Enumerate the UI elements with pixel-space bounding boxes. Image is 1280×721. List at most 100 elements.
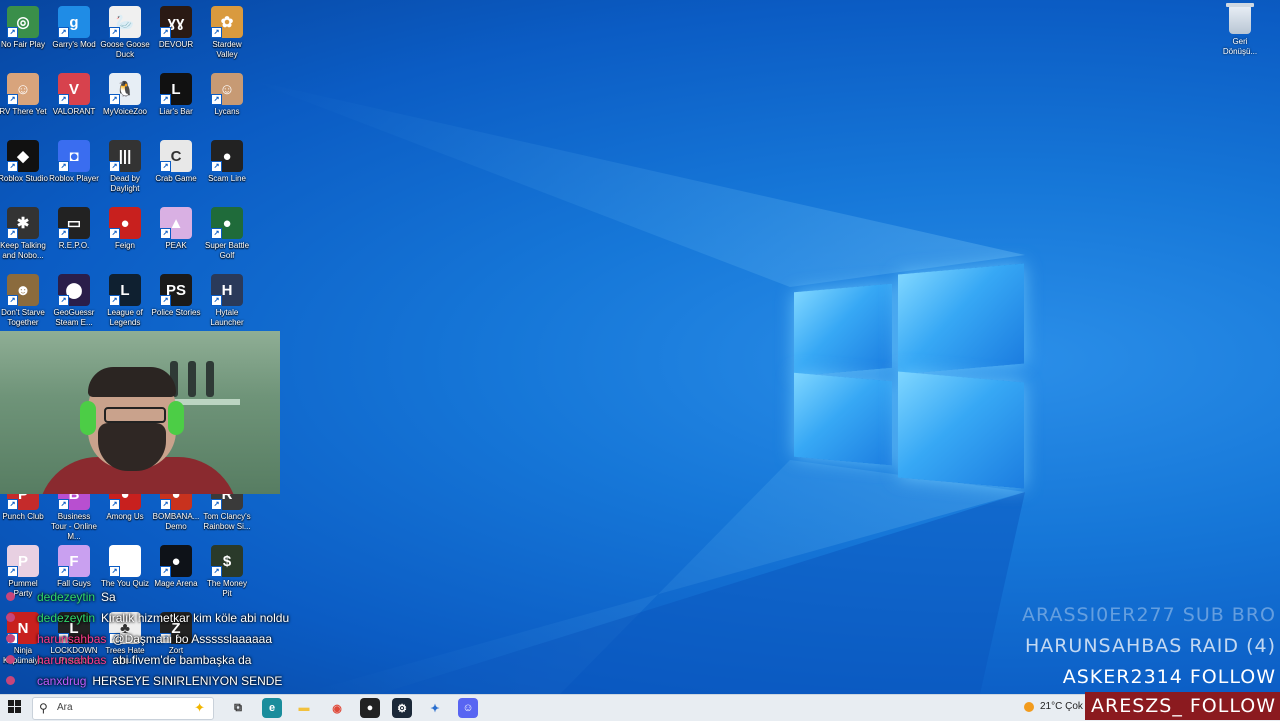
desktop-shortcut[interactable]: ↗ The You Quiz [100,545,150,589]
golf-icon: ● ↗ [211,207,243,239]
goose-icon: 🦢 ↗ [109,6,141,38]
desktop-shortcut[interactable]: 🦢 ↗ Goose Goose Duck [100,6,150,60]
shortcut-arrow-icon: ↗ [7,161,18,172]
bomb-icon: ✱ ↗ [7,207,39,239]
shortcut-arrow-icon: ↗ [109,499,120,510]
desktop-shortcut[interactable]: ● ↗ Mage Arena [151,545,201,589]
search-icon: ⚲ [39,701,48,715]
garrys-mod-icon: g ↗ [58,6,90,38]
desktop-shortcut-label: Roblox Player [49,174,99,183]
edge-icon[interactable]: e [262,698,282,718]
shortcut-arrow-icon: ↗ [7,295,18,306]
taskbar-search-box[interactable]: ⚲ Ara ✦ [32,697,214,720]
desktop-shortcut-label: Crab Game [155,174,197,183]
desktop-shortcut-label: Liar's Bar [159,107,193,116]
desktop-shortcut[interactable]: ◎ ↗ No Fair Play [0,6,48,50]
desktop-shortcut-label: Dead by Daylight [110,174,140,193]
desktop-shortcut[interactable]: L ↗ League of Legends [100,274,150,328]
chat-text: Kiralık hizmetkar kim köle abi noldu [101,610,290,625]
obs-icon[interactable]: ● [360,698,380,718]
stream-alert-line: HARUNSAHBAS RAID (4) [1024,635,1276,657]
desktop-shortcut-label: League of Legends [107,308,143,327]
crab-game-icon: C ↗ [160,140,192,172]
copilot-sparkle-icon: ✦ [194,700,205,715]
dont-starve-icon: ☻ ↗ [7,274,39,306]
shortcut-arrow-icon: ↗ [109,228,120,239]
streamer-hair [88,367,176,397]
desktop-shortcut-label: Police Stories [151,308,201,317]
desktop-shortcut[interactable]: PS ↗ Police Stories [151,274,201,318]
desktop-shortcut[interactable]: V ↗ VALORANT [49,73,99,117]
shortcut-arrow-icon: ↗ [58,161,69,172]
shortcut-arrow-icon: ↗ [160,566,171,577]
chat-username: dedezeytin [37,610,96,625]
desktop-shortcut[interactable]: ☺ ↗ RV There Yet [0,73,48,117]
recycle-bin-shortcut[interactable]: Geri Dönüşü... [1218,3,1262,57]
mage-arena-icon: ● ↗ [160,545,192,577]
shortcut-arrow-icon: ↗ [58,228,69,239]
desktop-shortcut[interactable]: ◘ ↗ Roblox Player [49,140,99,184]
shortcut-arrow-icon: ↗ [211,161,222,172]
desktop-shortcut-label: Don't Starve Together [1,308,45,327]
desktop-shortcut-label: Roblox Studio [0,174,48,183]
desktop-shortcut[interactable]: ⬤ ↗ GeoGuessr Steam E... [49,274,99,328]
desktop-shortcut-label: Scam Line [208,174,246,183]
chat-text: abi fivem'de bambaşka da [112,652,252,667]
chat-username: harunsahbas [37,652,107,667]
search-placeholder: Ara [57,702,73,713]
shortcut-arrow-icon: ↗ [211,27,222,38]
desktop-shortcut[interactable]: ● ↗ Scam Line [202,140,252,184]
desktop-shortcut-label: Super Battle Golf [204,241,250,260]
discord-icon[interactable]: ☺ [458,698,478,718]
desktop-shortcut[interactable]: C ↗ Crab Game [151,140,201,184]
desktop-shortcut-label: Hytale Launcher [210,308,244,327]
chrome-icon[interactable]: ◉ [327,698,347,718]
desktop-shortcut[interactable]: 🐧 ↗ MyVoiceZoo [100,73,150,117]
desktop-shortcut[interactable]: ▲ ↗ PEAK [151,207,201,251]
desktop-shortcut[interactable]: H ↗ Hytale Launcher [202,274,252,328]
start-button[interactable] [8,700,22,714]
desktop-shortcut-label: Tom Clancy's Rainbow Si... [203,512,251,531]
shortcut-arrow-icon: ↗ [109,161,120,172]
desktop-shortcut[interactable]: g ↗ Garry's Mod [49,6,99,50]
desktop-shortcut-label: Garry's Mod [52,40,96,49]
liars-bar-icon: L ↗ [160,73,192,105]
shortcut-arrow-icon: ↗ [109,566,120,577]
devour-icon: ɣɣ ↗ [160,6,192,38]
shortcut-arrow-icon: ↗ [109,94,120,105]
task-view-icon[interactable]: ⧉ [228,698,248,718]
file-explorer-icon[interactable]: ▬ [294,698,314,718]
desktop-shortcut[interactable]: ||| ↗ Dead by Daylight [100,140,150,194]
desktop-shortcut[interactable]: L ↗ Liar's Bar [151,73,201,117]
stream-alert-line: ARASSI0ER277 SUB BRO [1022,604,1276,626]
chat-badge-icon [6,613,15,622]
desktop-shortcut[interactable]: ✱ ↗ Keep Talking and Nobo... [0,207,48,261]
desktop-shortcut[interactable]: ☺ ↗ Lycans [202,73,252,117]
desktop-shortcut[interactable]: ● ↗ Feign [100,207,150,251]
shortcut-arrow-icon: ↗ [7,228,18,239]
network-app-icon[interactable]: ✦ [425,698,445,718]
desktop-shortcut[interactable]: ✿ ↗ Stardew Valley [202,6,252,60]
shortcut-arrow-icon: ↗ [211,94,222,105]
weather-sun-icon [1024,701,1034,712]
shortcut-arrow-icon: ↗ [211,499,222,510]
desktop-shortcut[interactable]: ▭ ↗ R.E.P.O. [49,207,99,251]
chat-badge-icon [6,634,15,643]
desktop-shortcut[interactable]: ɣɣ ↗ DEVOUR [151,6,201,50]
desktop-shortcut-label: Business Tour - Online M... [51,512,97,541]
shortcut-arrow-icon: ↗ [160,295,171,306]
steam-icon[interactable]: ⚙ [392,698,412,718]
chat-badge-icon [6,592,15,601]
desktop-shortcut[interactable]: ◆ ↗ Roblox Studio [0,140,48,184]
desktop-shortcut[interactable]: ● ↗ Super Battle Golf [202,207,252,261]
lycans-icon: ☺ ↗ [211,73,243,105]
chat-message: canxdrug HERSEYE SINIRLENIYON SENDE [6,670,306,691]
desktop-shortcut-label: DEVOUR [158,40,194,49]
dead-by-daylight-icon: ||| ↗ [109,140,141,172]
desktop-shortcut-label: No Fair Play [0,40,45,49]
desktop-shortcut[interactable]: F ↗ Fall Guys [49,545,99,589]
desktop-shortcut[interactable]: ☻ ↗ Don't Starve Together [0,274,48,328]
figurine [188,361,196,397]
desktop-shortcut-label: Lycans [214,107,240,116]
desktop-shortcut-label: RV There Yet [0,107,47,116]
